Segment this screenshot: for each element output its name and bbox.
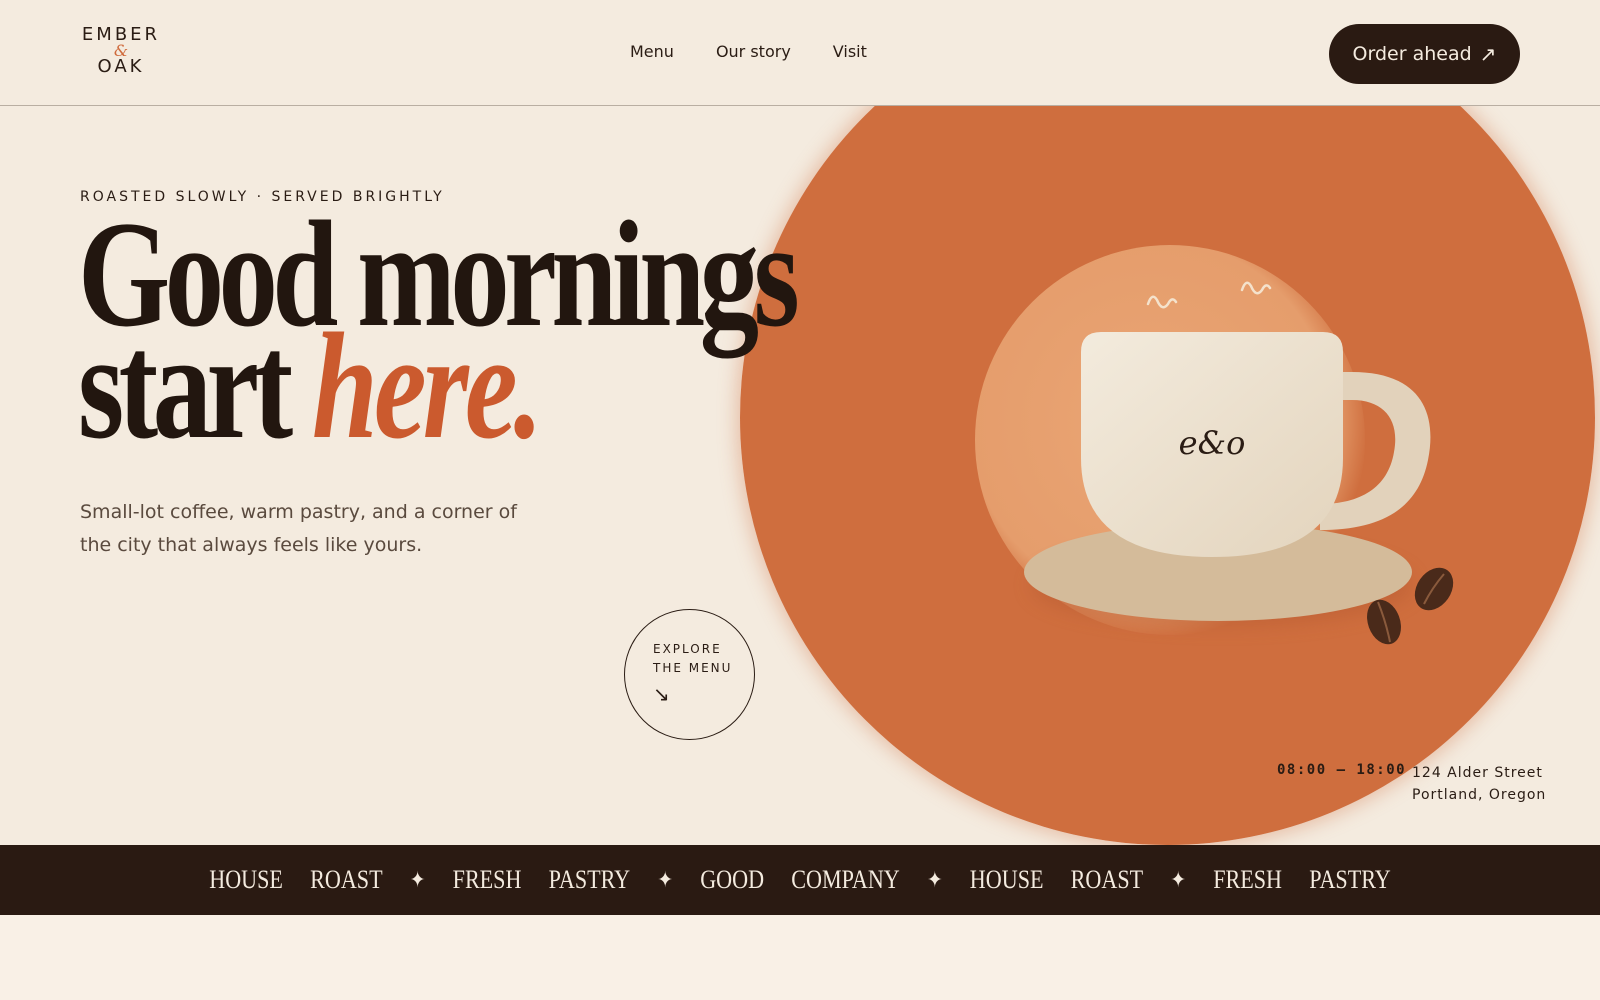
ticker-word: PASTRY [548, 865, 631, 894]
hero-subcopy: Small-lot coffee, warm pastry, and a cor… [80, 501, 517, 556]
explore-line-2: THE MENU [653, 661, 733, 675]
logo-word-oak: OAK [97, 56, 145, 77]
steam-right-icon [1240, 281, 1272, 295]
ticker-word: COMPANY [791, 865, 900, 894]
ticker-word: HOUSE [969, 865, 1044, 894]
explore-menu-label: EXPLORE THE MENU [653, 640, 743, 678]
coffee-bean-icon [1414, 567, 1454, 611]
ticker-word: GOOD [700, 865, 765, 894]
headline-line-2-plain: start [78, 302, 293, 470]
page: EMBER & OAK Menu Our story Visit Order a… [0, 0, 1600, 1000]
address-line-2: Portland, Oregon [1412, 787, 1547, 803]
four-point-star-icon: ✦ [409, 867, 426, 892]
explore-line-1: EXPLORE [653, 642, 722, 656]
order-ahead-label: Order ahead [1352, 43, 1472, 65]
ticker-word: ROAST [1070, 865, 1144, 894]
main-nav: Menu Our story Visit [630, 42, 867, 61]
four-point-star-icon: ✦ [1170, 867, 1187, 892]
ticker-word: FRESH [452, 865, 522, 894]
nav-menu[interactable]: Menu [630, 42, 674, 61]
hero-headline: Good mornings start here. [78, 198, 800, 462]
store-address: 124 Alder Street Portland, Oregon [1412, 762, 1546, 806]
address-line-1: 124 Alder Street [1412, 765, 1543, 781]
arrow-down-right-icon: ↘ [653, 682, 670, 706]
brand-logo[interactable]: EMBER & OAK [80, 26, 162, 76]
site-header: EMBER & OAK Menu Our story Visit Order a… [0, 0, 1600, 106]
ticker-word: HOUSE [209, 865, 283, 894]
four-point-star-icon: ✦ [657, 867, 674, 892]
steam-left-icon [1146, 295, 1178, 309]
marquee-ticker: HOUSE ROAST ✦ FRESH PASTRY ✦ GOOD COMPAN… [0, 845, 1600, 915]
headline-line-2-accent: here. [311, 302, 543, 470]
ticker-word: PASTRY [1309, 865, 1391, 894]
arrow-up-right-icon: ↗ [1479, 42, 1497, 66]
order-ahead-button[interactable]: Order ahead ↗ [1329, 24, 1520, 84]
four-point-star-icon: ✦ [926, 867, 943, 892]
nav-visit[interactable]: Visit [833, 42, 867, 61]
opening-hours: 08:00 — 18:00 [1277, 762, 1407, 778]
nav-our-story[interactable]: Our story [716, 42, 791, 61]
ticker-word: ROAST [310, 865, 383, 894]
explore-menu-button[interactable]: EXPLORE THE MENU ↘ [624, 609, 755, 740]
cup-monogram: e&o [1178, 424, 1246, 462]
ticker-word: FRESH [1213, 865, 1283, 894]
ticker-track: HOUSE ROAST ✦ FRESH PASTRY ✦ GOOD COMPAN… [209, 865, 1390, 895]
